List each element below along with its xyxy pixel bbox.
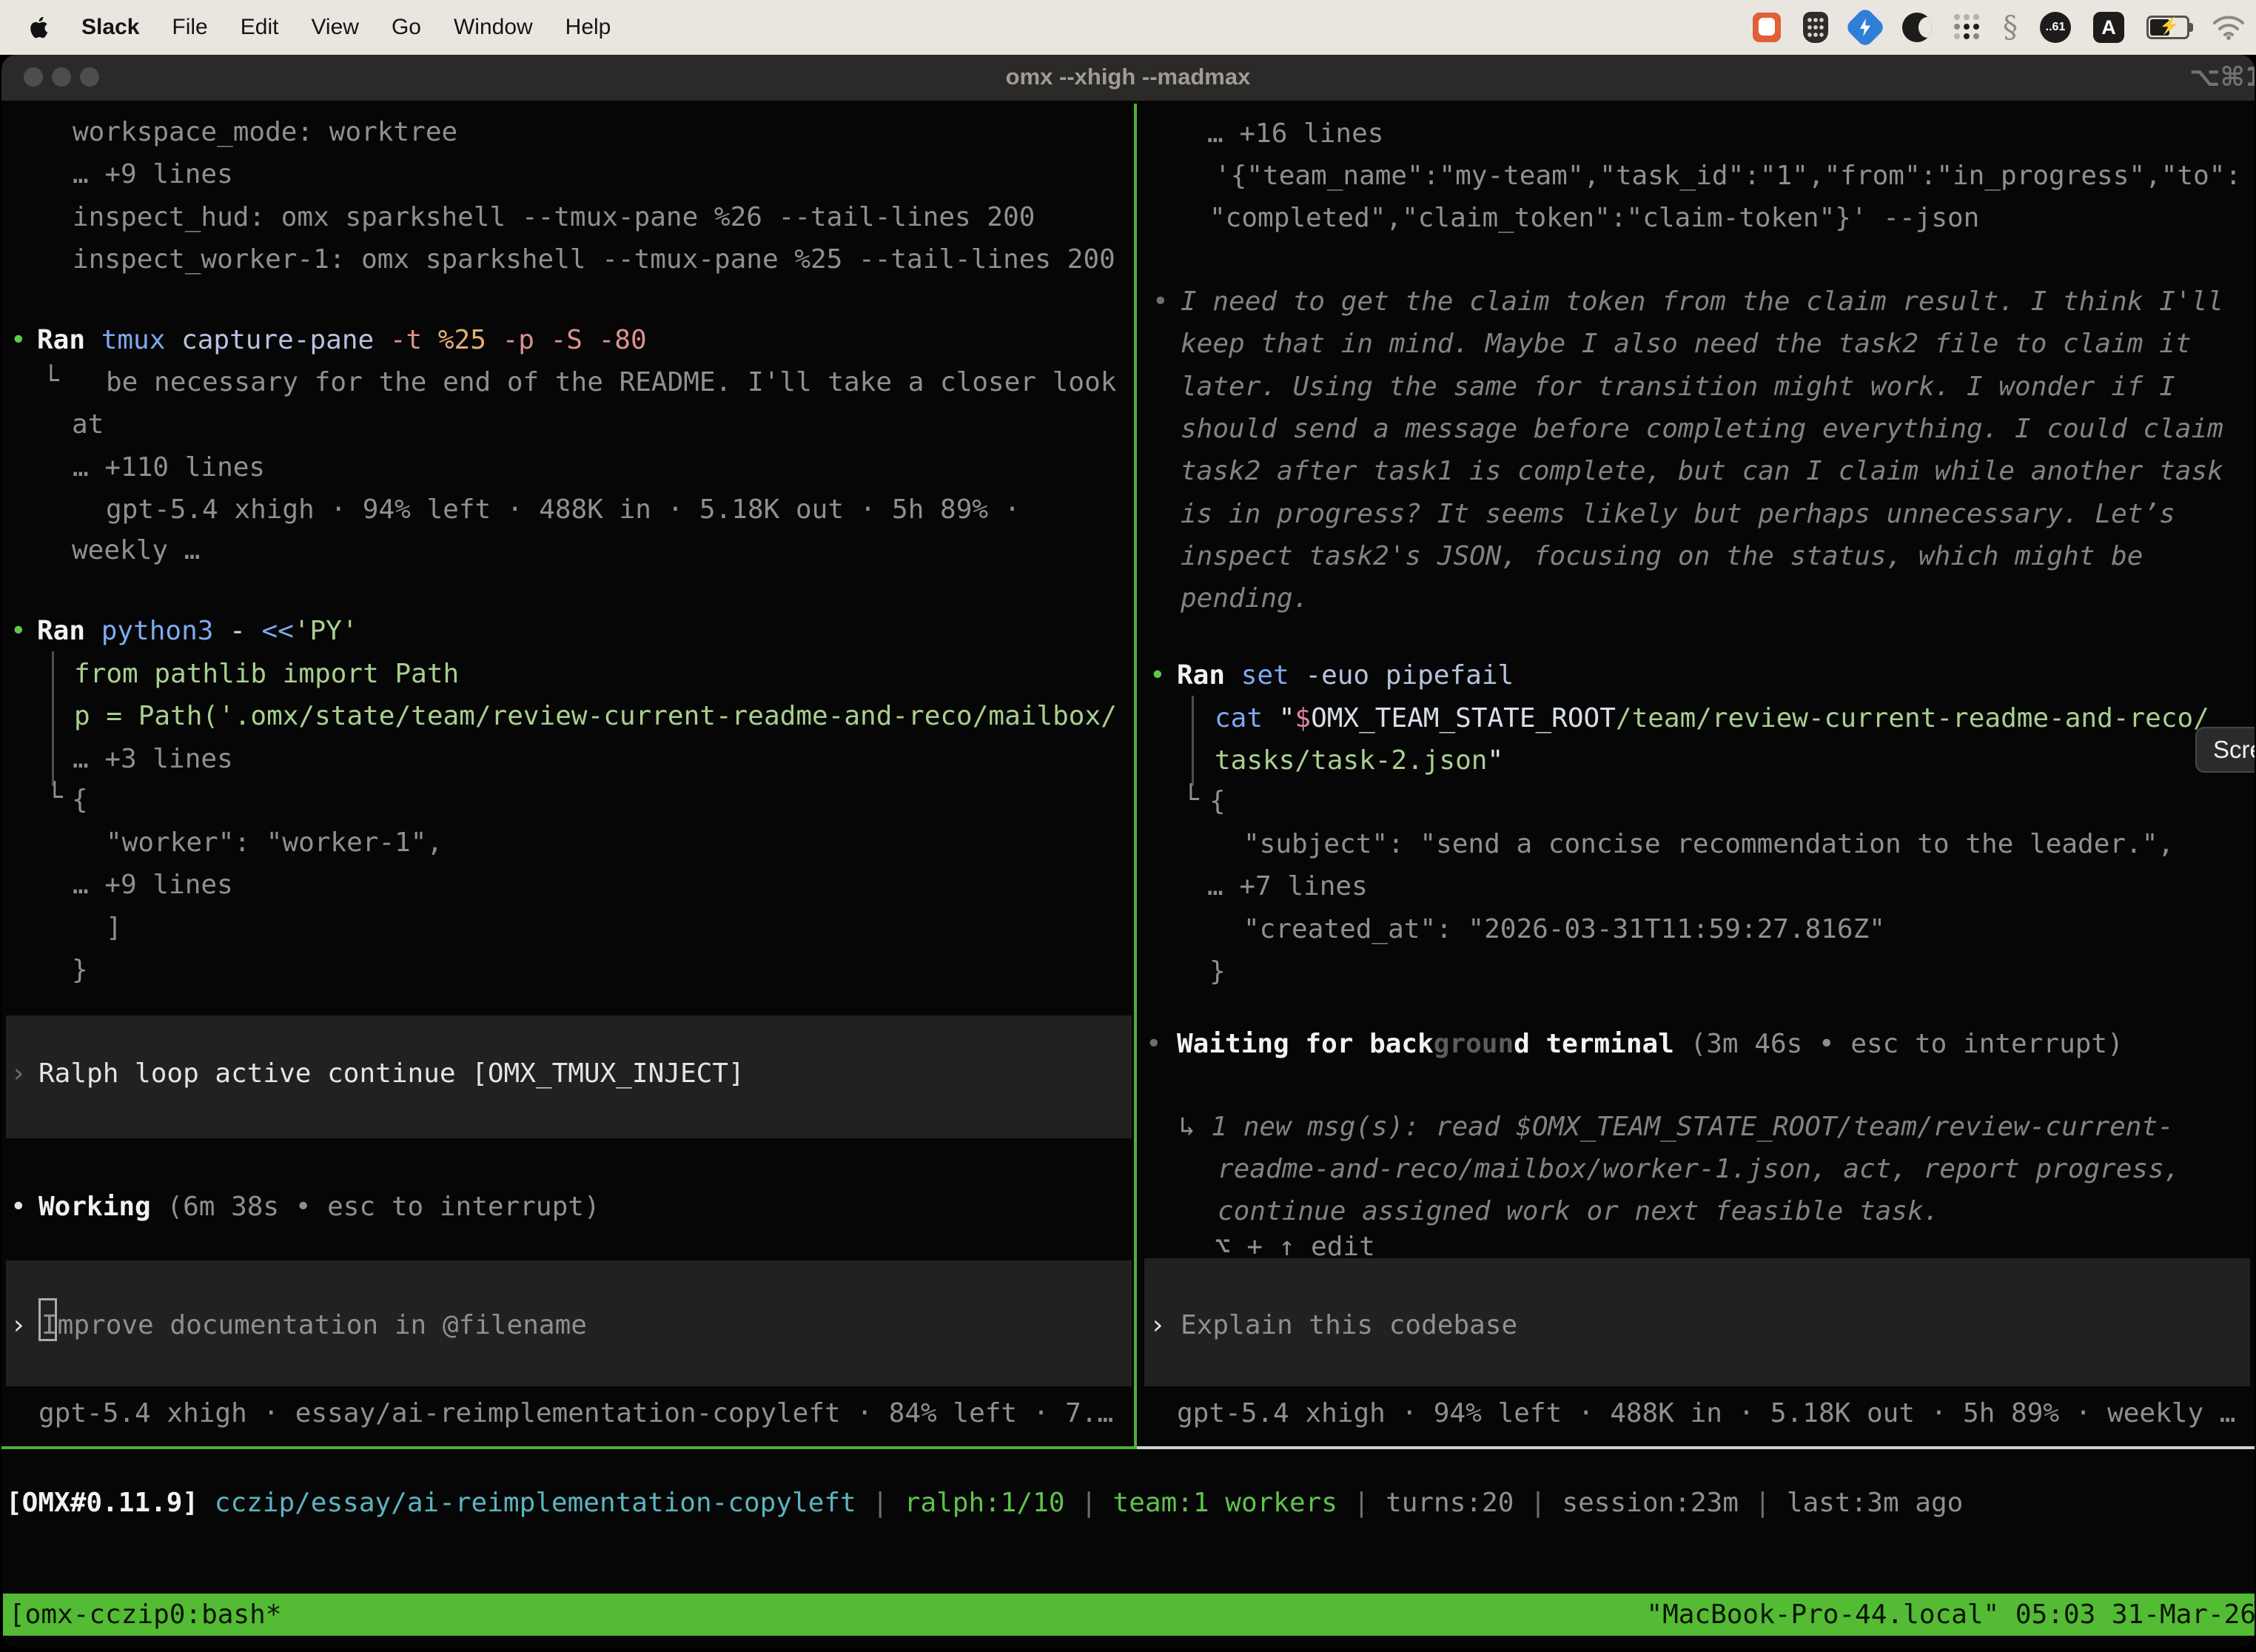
- shield-icon[interactable]: [1803, 10, 1828, 44]
- terminal-line: tasks/task-2.json": [1215, 744, 1503, 778]
- menu-item-file[interactable]: File: [172, 15, 207, 40]
- left-prompt-chevron: ›: [10, 1309, 27, 1343]
- screen-tooltip: Scre: [2195, 727, 2255, 773]
- terminal-line: '{"team_name":"my-team","task_id":"1","f…: [1215, 159, 2241, 193]
- dots-grid-icon[interactable]: [1954, 10, 1981, 44]
- terminal-line: ]: [106, 911, 122, 945]
- terminal-line: Ran python3 - <<'PY': [37, 614, 358, 648]
- terminal-line: p = Path('.omx/state/team/review-current…: [74, 699, 1117, 733]
- terminal-line: •: [1146, 1027, 1162, 1061]
- waiting-status: Waiting for background terminal (3m 46s …: [1177, 1027, 2124, 1061]
- terminal-line: {: [1209, 785, 1226, 819]
- menu-item-window[interactable]: Window: [454, 15, 533, 40]
- terminal-line: … +9 lines: [73, 158, 233, 192]
- terminal-line: }: [1209, 955, 1226, 989]
- terminal-line: … +16 lines: [1207, 117, 1383, 151]
- tmux-pane-divider[interactable]: [1134, 104, 1137, 1449]
- terminal-line: •: [10, 323, 27, 357]
- ralph-banner-text: Ralph loop active continue [OMX_TMUX_INJ…: [38, 1057, 745, 1091]
- tmux-host-clock: "MacBook-Pro-44.local" 05:03 31-Mar-26: [1646, 1599, 2255, 1630]
- terminal-line: … +110 lines: [73, 451, 265, 485]
- terminal-line: I need to get the claim token from the c…: [1181, 285, 2223, 319]
- right-pane-border: [1137, 1446, 2255, 1449]
- battery-icon[interactable]: ⚡: [2146, 10, 2189, 44]
- terminal-line: is in progress? It seems likely but perh…: [1181, 497, 2175, 531]
- percent-badge-icon[interactable]: ..61: [2040, 10, 2071, 44]
- right-prompt-chevron: ›: [1149, 1309, 1166, 1343]
- tool-call-connector: [52, 651, 54, 786]
- right-pane-status: gpt-5.4 xhigh · 94% left · 488K in · 5.1…: [1177, 1397, 2235, 1431]
- terminal-line: … +3 lines: [73, 742, 233, 776]
- terminal-line: {: [72, 783, 88, 817]
- tool-call-connector: [1192, 696, 1194, 786]
- terminal-line: inspect_worker-1: omx sparkshell --tmux-…: [73, 243, 1115, 277]
- terminal-line: should send a message before completing …: [1181, 412, 2223, 446]
- input-source-icon[interactable]: A: [2093, 10, 2124, 44]
- terminal-line: •: [10, 1190, 27, 1224]
- terminal-line: pending.: [1181, 582, 1309, 616]
- terminal-line: └: [1183, 783, 1199, 817]
- menu-item-view[interactable]: View: [311, 15, 358, 40]
- terminal-line: "subject": "send a concise recommendatio…: [1243, 827, 2174, 862]
- terminal-line: continue assigned work or next feasible …: [1218, 1195, 1939, 1229]
- terminal-line: Ran tmux capture-pane -t %25 -p -S -80: [37, 323, 647, 357]
- terminal-line: from pathlib import Path: [74, 657, 459, 691]
- terminal-line: inspect task2's JSON, focusing on the st…: [1181, 540, 2143, 574]
- terminal-line: ↳ 1 new msg(s): read $OMX_TEAM_STATE_ROO…: [1179, 1110, 2174, 1144]
- left-pane-border: [1, 1446, 1137, 1449]
- omx-status-line: [OMX#0.11.9] cczip/essay/ai-reimplementa…: [6, 1486, 1963, 1520]
- terminal-line: task2 after task1 is complete, but can I…: [1181, 454, 2223, 488]
- terminal-line: }: [72, 953, 88, 987]
- screen: Slack File Edit View Go Window Help § ..…: [0, 0, 2256, 1652]
- left-input-placeholder: Improve documentation in @filename: [41, 1309, 587, 1343]
- terminal-line: "worker": "worker-1",: [106, 826, 443, 860]
- wifi-icon[interactable]: [2212, 10, 2246, 44]
- tmux-session-label: [omx-cczip0:bash*: [9, 1599, 281, 1630]
- terminal-line: at: [72, 408, 104, 442]
- edit-hint: ⌥ + ↑ edit: [1215, 1230, 1375, 1264]
- screenshot-icon[interactable]: [1753, 10, 1781, 44]
- terminal-line: weekly …: [72, 534, 200, 568]
- left-pane-status: gpt-5.4 xhigh · essay/ai-reimplementatio…: [38, 1397, 1113, 1431]
- moon-icon[interactable]: [1902, 10, 1932, 44]
- right-input-placeholder: Explain this codebase: [1181, 1309, 1517, 1343]
- terminal-line: •: [1152, 285, 1169, 319]
- terminal-line: be necessary for the end of the README. …: [106, 366, 1116, 400]
- window-title: omx --xhigh --madmax: [1, 64, 2255, 90]
- terminal-line: └: [47, 781, 63, 815]
- terminal-line: "completed","claim_token":"claim-token"}…: [1209, 201, 1979, 235]
- terminal-line: keep that in mind. Maybe I also need the…: [1181, 327, 2191, 361]
- apple-logo-icon[interactable]: [28, 10, 49, 44]
- terminal-window: omx --xhigh --madmax ⌥⌘1 workspace_mode:…: [1, 55, 2255, 1648]
- terminal-line: └: [43, 364, 59, 398]
- terminal-line: later. Using the same for transition mig…: [1181, 370, 2175, 404]
- terminal-line: "created_at": "2026-03-31T11:59:27.816Z": [1243, 913, 1885, 947]
- terminal-line: Ran set -euo pipefail: [1177, 659, 1514, 693]
- terminal-line: readme-and-reco/mailbox/worker-1.json, a…: [1218, 1152, 2180, 1186]
- terminal-line: … +9 lines: [73, 868, 233, 902]
- section-icon[interactable]: §: [2003, 10, 2018, 44]
- menu-bar: Slack File Edit View Go Window Help § ..…: [0, 0, 2256, 55]
- ralph-banner-prompt: ›: [10, 1057, 27, 1091]
- tmux-status-bar: [omx-cczip0:bash* "MacBook-Pro-44.local"…: [3, 1594, 2255, 1636]
- terminal-line: gpt-5.4 xhigh · 94% left · 488K in · 5.1…: [106, 493, 1020, 527]
- menu-item-edit[interactable]: Edit: [241, 15, 279, 40]
- terminal-line: workspace_mode: worktree: [73, 115, 457, 150]
- menu-item-app[interactable]: Slack: [81, 15, 139, 40]
- menu-item-help[interactable]: Help: [565, 15, 611, 40]
- terminal-line: … +7 lines: [1207, 870, 1368, 904]
- terminal-line: •: [1149, 659, 1166, 693]
- lightning-icon[interactable]: [1850, 10, 1880, 44]
- working-status: Working (6m 38s • esc to interrupt): [38, 1190, 600, 1224]
- terminal-line: inspect_hud: omx sparkshell --tmux-pane …: [73, 201, 1035, 235]
- terminal-line: cat "$OMX_TEAM_STATE_ROOT/team/review-cu…: [1215, 702, 2209, 736]
- window-shortcut-hint: ⌥⌘1: [2189, 62, 2255, 93]
- menu-item-go[interactable]: Go: [392, 15, 421, 40]
- terminal-line: •: [10, 614, 27, 648]
